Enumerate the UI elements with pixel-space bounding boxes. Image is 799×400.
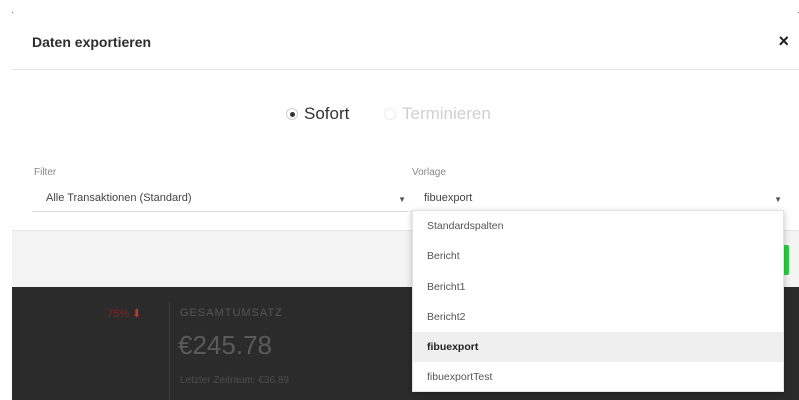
template-dropdown-list: Standardspalten Bericht Bericht1 Bericht… (412, 210, 784, 392)
kpi-change: 75% ⬇ (107, 307, 141, 320)
modal-title: Daten exportieren (32, 34, 152, 50)
radio-checked-icon (286, 108, 298, 120)
kpi-value: €245.78 (178, 330, 272, 360)
kpi-sub: Letzter Zeitraum: €36.89 (180, 375, 289, 386)
caret-down-icon: ▼ (774, 195, 782, 204)
dropdown-option-selected[interactable]: fibuexport (413, 332, 783, 363)
kpi-divider (169, 302, 170, 400)
template-select[interactable]: fibuexport ▼ (410, 186, 784, 212)
modal-header: Daten exportieren × (12, 12, 799, 70)
radio-unchecked-icon (384, 108, 396, 120)
caret-down-icon: ▼ (398, 195, 406, 204)
template-select-value: fibuexport (424, 192, 473, 204)
dropdown-option[interactable]: Bericht1 (413, 272, 783, 302)
radio-terminieren-label: Terminieren (402, 104, 491, 123)
dropdown-option[interactable]: Bericht (413, 241, 783, 271)
radio-terminieren[interactable]: Terminieren (384, 104, 491, 124)
close-icon[interactable]: × (778, 32, 789, 50)
filter-select-value: Alle Transaktionen (Standard) (46, 192, 192, 204)
kpi-change-value: 75% (107, 308, 130, 320)
dropdown-option[interactable]: Bericht2 (413, 302, 783, 332)
template-label: Vorlage (412, 167, 446, 178)
dropdown-option[interactable]: Standardspalten (413, 211, 783, 241)
arrow-down-icon: ⬇ (132, 308, 142, 320)
filter-select[interactable]: Alle Transaktionen (Standard) ▼ (32, 186, 408, 212)
kpi-label: GESAMTUMSATZ (180, 307, 283, 319)
dropdown-option[interactable]: fibuexportTest (413, 362, 783, 392)
radio-sofort-label: Sofort (304, 104, 350, 123)
mode-radio-group: Sofort Terminieren (12, 104, 799, 128)
radio-sofort[interactable]: Sofort (286, 104, 349, 124)
filter-label: Filter (34, 167, 57, 178)
